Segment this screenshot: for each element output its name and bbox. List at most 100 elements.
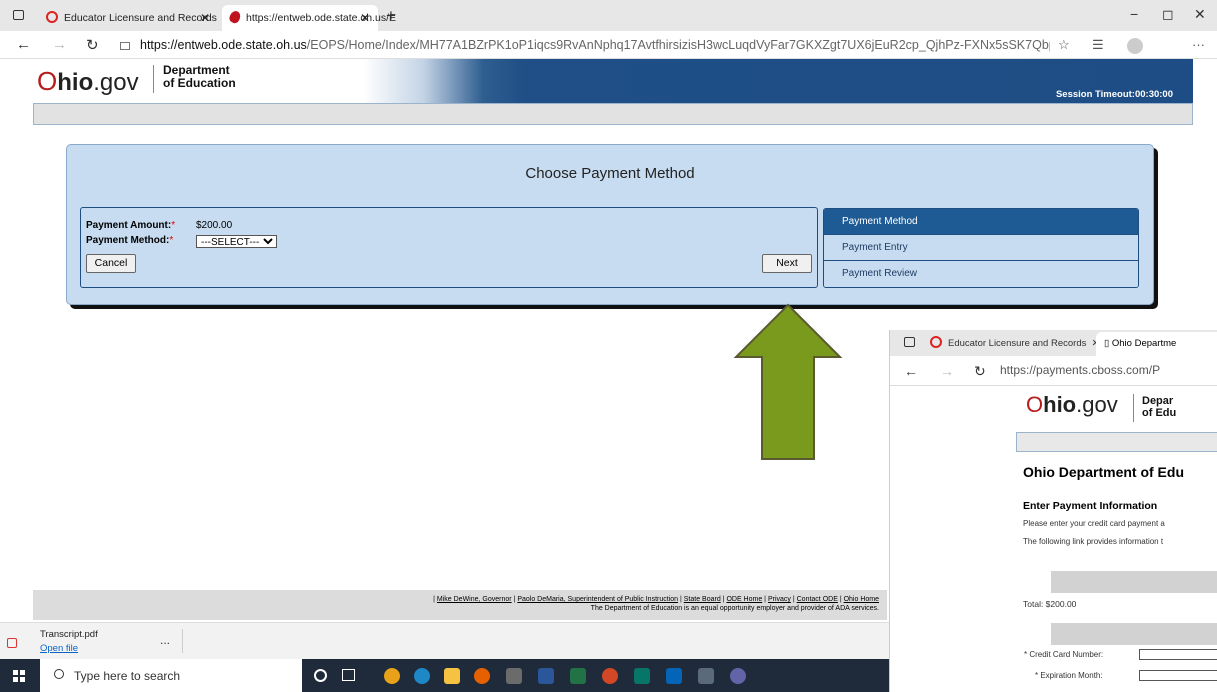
favorite-star-icon[interactable]: ☆ [1058, 37, 1070, 53]
payment-amount-label: Payment Amount:* [86, 220, 175, 231]
label-text: Payment Amount: [86, 220, 172, 231]
overlay-subheading: Enter Payment Information [1023, 500, 1158, 512]
word-icon[interactable] [538, 668, 554, 684]
lock-icon [120, 42, 130, 50]
step-payment-entry: Payment Entry [824, 235, 1138, 261]
teams-icon[interactable] [730, 668, 746, 684]
settings-more-icon[interactable]: ··· [1192, 37, 1205, 52]
site-footer: | Mike DeWine, Governor | Paolo DeMaria,… [33, 590, 887, 620]
ohio-gov-logo[interactable]: Ohio.gov [37, 66, 139, 97]
logo-divider [1133, 394, 1134, 422]
logo-gov: .gov [93, 69, 139, 96]
powerpoint-icon[interactable] [602, 668, 618, 684]
url-field[interactable]: https://entweb.ode.state.oh.us/EOPS/Home… [120, 34, 1050, 56]
page-title: Choose Payment Method [525, 165, 695, 182]
calculator-icon[interactable] [698, 668, 714, 684]
new-tab-button[interactable]: + [386, 7, 396, 24]
cancel-button[interactable]: Cancel [86, 254, 136, 273]
download-divider [182, 629, 183, 653]
green-up-arrow [733, 303, 843, 460]
profile-avatar[interactable] [1127, 38, 1143, 54]
footer-link-contact[interactable]: Contact ODE [797, 596, 838, 603]
tab-educator-licensure[interactable]: Educator Licensure and Records ✕ [38, 5, 218, 31]
close-tab-icon[interactable]: ✕ [360, 5, 370, 31]
outlook-icon[interactable] [666, 668, 682, 684]
header-sub-bar [33, 103, 1193, 125]
step-payment-review: Payment Review [824, 261, 1138, 287]
page-favicon-icon [227, 9, 243, 25]
chrome-icon[interactable] [384, 668, 400, 684]
tab-title: https://entweb.ode.state.oh.us/E [246, 12, 397, 24]
favorites-icon[interactable]: ☰ [1092, 37, 1104, 53]
footer-links: | Mike DeWine, Governor | Paolo DeMaria,… [433, 596, 879, 612]
footer-link-governor[interactable]: Mike DeWine, Governor [437, 596, 512, 603]
back-icon[interactable]: ← [16, 36, 31, 53]
logo-o: O [1026, 392, 1044, 417]
footer-link-state-board[interactable]: State Board [684, 596, 721, 603]
pdf-file-icon [7, 638, 17, 648]
footer-link-ode-home[interactable]: ODE Home [726, 596, 762, 603]
payment-method-select[interactable]: ---SELECT--- [196, 235, 277, 248]
download-file-name: Transcript.pdf [40, 629, 98, 640]
overlay-section-bar [1051, 571, 1217, 593]
logo-o: O [37, 66, 58, 96]
next-button[interactable]: Next [762, 254, 812, 273]
payment-amount-value: $200.00 [196, 220, 233, 231]
overlay-address-bar: ← → ↻ https://payments.cboss.com/P [890, 356, 1217, 386]
overlay-total: Total: $200.00 [1023, 599, 1077, 609]
windows-start-icon[interactable] [13, 670, 25, 682]
overlay-text-1: Please enter your credit card payment a [1023, 519, 1165, 528]
overlay-url: https://payments.cboss.com/P [1000, 363, 1161, 377]
tab-entweb[interactable]: https://entweb.ode.state.oh.us/E ✕ [222, 5, 396, 31]
task-view-icon[interactable] [342, 669, 355, 681]
forward-icon[interactable]: → [52, 36, 67, 53]
logo-gov: .gov [1076, 392, 1118, 417]
url-host: https://entweb.ode.state.oh.us [140, 38, 307, 52]
footer-link-ohio-home[interactable]: Ohio Home [844, 596, 879, 603]
search-icon [54, 669, 64, 679]
footer-link-superintendent[interactable]: Paolo DeMaria, Superintendent of Public … [517, 596, 678, 603]
page-icon: ▯ [1104, 338, 1112, 349]
ohio-gov-logo: Ohio.gov [1026, 392, 1118, 418]
payment-page-overlay: Educator Licensure and Records ✕ ▯ Ohio … [889, 330, 1217, 692]
footer-link-privacy[interactable]: Privacy [768, 596, 791, 603]
minimize-button[interactable]: − [1130, 6, 1138, 22]
edge-icon[interactable] [414, 668, 430, 684]
tab-actions-icon [904, 337, 915, 347]
close-tab-icon[interactable]: ✕ [200, 5, 210, 31]
download-bar: Transcript.pdf Open file ... [0, 622, 890, 659]
step-payment-method: Payment Method [824, 209, 1138, 235]
payment-method-label: Payment Method:* [86, 235, 173, 246]
overlay-section-bar [1051, 623, 1217, 645]
download-more-button[interactable]: ... [160, 633, 170, 647]
tab-actions-icon[interactable] [13, 10, 24, 20]
tab-title: Educator Licensure and Records [64, 12, 217, 24]
label-text: Payment Method: [86, 235, 170, 246]
firefox-icon[interactable] [474, 668, 490, 684]
ode-favicon-icon [46, 11, 58, 23]
open-file-link[interactable]: Open file [40, 643, 78, 654]
file-explorer-icon[interactable] [444, 668, 460, 684]
cortana-icon[interactable] [314, 669, 327, 682]
expiration-month-input [1139, 670, 1217, 681]
address-bar: ← → ↻ https://entweb.ode.state.oh.us/EOP… [0, 31, 1217, 59]
close-window-button[interactable]: ✕ [1194, 6, 1206, 23]
taskbar-search[interactable]: Type here to search [40, 659, 302, 692]
ode-favicon-icon [930, 336, 942, 348]
app-icon[interactable] [506, 668, 522, 684]
expiration-month-label: * Expiration Month: [1035, 671, 1103, 680]
dept-line-2: of Edu [1142, 407, 1177, 419]
session-time: 00:30:00 [1134, 89, 1173, 100]
logo-divider [153, 65, 154, 93]
publisher-icon[interactable] [634, 668, 650, 684]
overlay-tab-bar: Educator Licensure and Records ✕ ▯ Ohio … [890, 330, 1217, 356]
credit-card-label: * Credit Card Number: [1024, 650, 1104, 659]
windows-taskbar: Type here to search [0, 659, 890, 692]
overlay-heading: Ohio Department of Edu [1023, 464, 1184, 480]
excel-icon[interactable] [570, 668, 586, 684]
session-timeout: Session Timeout:00:30:00 [1056, 89, 1173, 100]
refresh-icon[interactable]: ↻ [86, 36, 99, 54]
overlay-tab-1: Educator Licensure and Records ✕ [930, 336, 1100, 349]
restore-button[interactable]: ◻ [1162, 6, 1174, 23]
search-placeholder: Type here to search [74, 669, 181, 683]
